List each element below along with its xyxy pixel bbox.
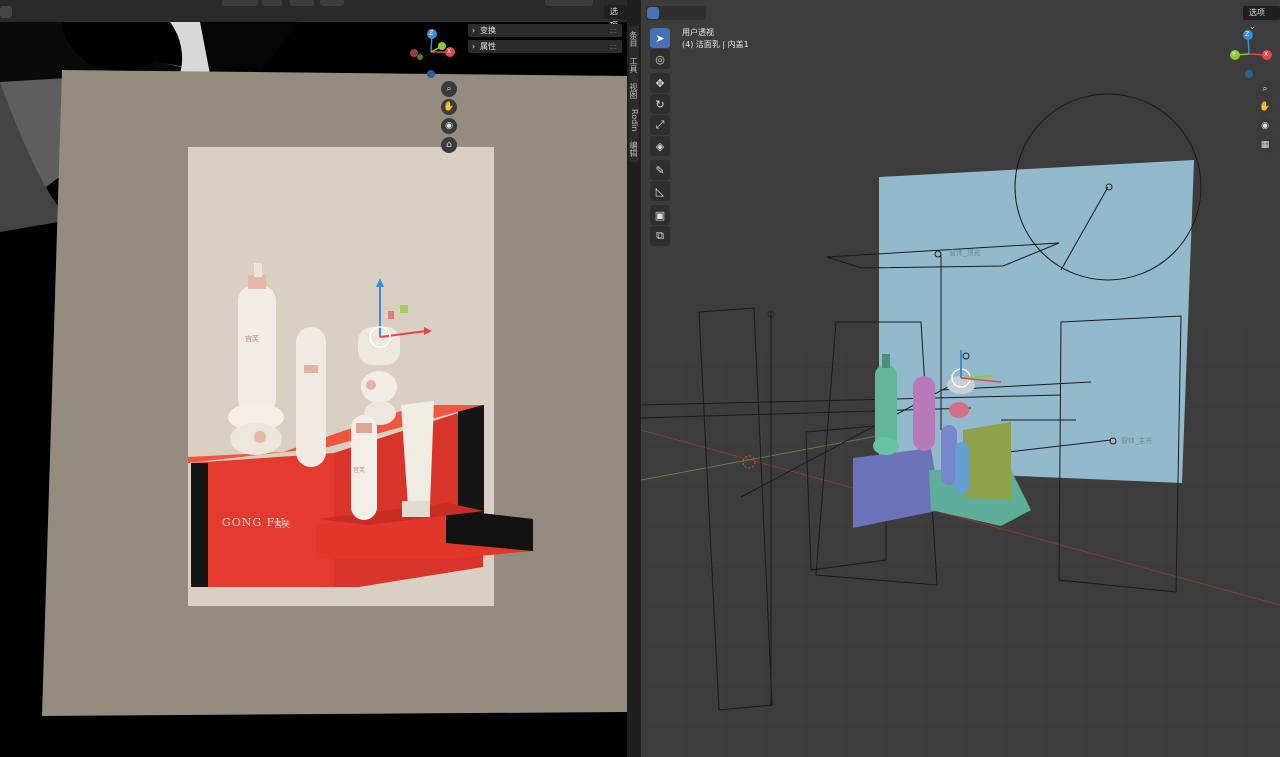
- select-box-tool-icon[interactable]: ➤: [650, 28, 670, 48]
- measure-tool-icon[interactable]: ◺: [650, 181, 670, 201]
- bottle-tall: [238, 285, 276, 415]
- bottle-short-label: 宫芙: [353, 467, 366, 474]
- chevron-right-icon: ›: [472, 42, 476, 51]
- render-viewport[interactable]: 选项 ⌄: [0, 0, 627, 757]
- header-menu-1[interactable]: [222, 0, 258, 6]
- header-menu-r2[interactable]: [741, 0, 751, 6]
- add-cube-tool-icon[interactable]: ▣: [650, 205, 670, 225]
- tab-tool[interactable]: 工具: [629, 52, 639, 78]
- tab-view[interactable]: 视图: [629, 78, 639, 104]
- box-olive: [963, 422, 1011, 500]
- annotate-tool-icon[interactable]: ✎: [650, 160, 670, 180]
- tab-item[interactable]: 条目: [629, 26, 639, 52]
- grip-icon: ::::: [609, 26, 617, 35]
- camera-icon[interactable]: ◉: [1257, 118, 1273, 134]
- zoom-icon[interactable]: ⌕: [1257, 81, 1273, 97]
- gizmo-y-label-right: Y: [1232, 51, 1236, 58]
- sidebar-tabs: 条目 工具 视图 Rodin 编辑: [627, 0, 641, 757]
- properties-panel[interactable]: › 属性 ::::: [468, 40, 622, 53]
- shading-buttons-r[interactable]: [1176, 0, 1231, 6]
- camera-icon[interactable]: ◉: [441, 118, 457, 134]
- options-button[interactable]: 选项 ⌄: [604, 5, 627, 44]
- tab-rodin[interactable]: Rodin: [629, 104, 639, 136]
- header-menu-r3[interactable]: [855, 0, 869, 6]
- hand-pan-icon[interactable]: ✋: [1257, 99, 1273, 115]
- cursor-tool-icon[interactable]: ◎: [650, 49, 670, 69]
- left-viewport-header: 选项 ⌄: [0, 0, 627, 44]
- header-menu-r4[interactable]: [881, 0, 895, 6]
- add-object-tool-icon[interactable]: ⧉: [650, 226, 670, 246]
- hand-pan-icon[interactable]: ✋: [441, 99, 457, 115]
- bottle-mid: [296, 327, 326, 467]
- select-mode-active[interactable]: [647, 7, 659, 19]
- options-button-right[interactable]: 选项 ⌄: [1243, 6, 1280, 31]
- viewport-grid: [641, 93, 1280, 757]
- header-menu-3[interactable]: [290, 0, 314, 6]
- header-menu-4[interactable]: [320, 0, 344, 6]
- move-tool-icon[interactable]: ✥: [650, 73, 670, 93]
- gizmo-z-label: Z: [429, 30, 434, 37]
- bottle-label: 宫芙: [245, 335, 259, 343]
- tab-edit[interactable]: 编辑: [629, 136, 639, 162]
- bottle-pink: [913, 376, 935, 451]
- grip-icon: ::::: [609, 42, 617, 51]
- lock-icon[interactable]: ⌂: [441, 137, 457, 153]
- gizmo-z-label-right: Z: [1245, 31, 1250, 38]
- rotate-tool-icon[interactable]: ↻: [650, 94, 670, 114]
- shading-buttons[interactable]: [545, 0, 593, 6]
- solid-viewport[interactable]: 选项 ⌄ 用户透视 (4) 洁面乳 | 内盖1 窗体_顶光 窗体_主光 Z X …: [641, 0, 1280, 757]
- header-menu-2[interactable]: [262, 0, 282, 6]
- transform-panel-label: 变换: [480, 26, 496, 35]
- gizmo-x-label: X: [447, 48, 452, 55]
- area-light2-label: 窗体_主光: [1121, 437, 1153, 445]
- header-menu-r1[interactable]: [719, 0, 735, 6]
- area-light-label: 窗体_顶光: [949, 249, 981, 257]
- grid-icon[interactable]: ▦: [1257, 137, 1273, 153]
- brand-cn-text: 宫芙: [274, 520, 290, 529]
- transform-tool-icon[interactable]: ◈: [650, 136, 670, 156]
- chevron-right-icon: ›: [472, 26, 476, 35]
- viewport-title: 用户透视: [682, 28, 714, 37]
- editor-type-button[interactable]: [0, 6, 12, 18]
- scale-tool-icon[interactable]: ⤢: [650, 115, 670, 135]
- properties-panel-label: 属性: [480, 42, 496, 51]
- viewport-subtitle: (4) 洁面乳 | 内盖1: [682, 40, 749, 49]
- transform-panel[interactable]: › 变换 ::::: [468, 24, 622, 37]
- zoom-icon[interactable]: ⌕: [441, 81, 457, 97]
- right-viewport-header: 选项 ⌄: [641, 0, 1280, 31]
- gizmo-x-label-right: X: [1264, 51, 1269, 58]
